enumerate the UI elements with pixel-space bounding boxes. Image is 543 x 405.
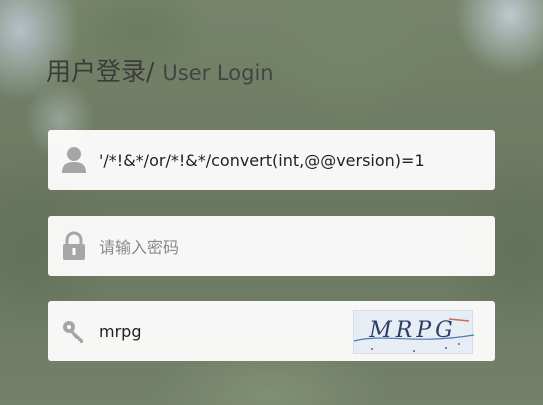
captcha-input[interactable]: mrpg: [99, 322, 141, 341]
lock-icon: [61, 231, 87, 261]
password-input[interactable]: 请输入密码: [99, 234, 179, 258]
login-title: 用户登录/ User Login: [46, 52, 274, 88]
username-input[interactable]: '/*!&*/or/*!&*/convert(int,@@version)=1: [99, 151, 425, 170]
captcha-field[interactable]: mrpg MRPG: [48, 301, 495, 361]
login-title-en: User Login: [162, 61, 274, 85]
captcha-image[interactable]: MRPG: [353, 310, 474, 354]
captcha-noise: [354, 318, 474, 352]
user-icon: [61, 145, 87, 175]
login-title-cn: 用户登录/: [46, 57, 155, 86]
key-icon: [61, 316, 87, 346]
username-field[interactable]: '/*!&*/or/*!&*/convert(int,@@version)=1: [48, 130, 495, 190]
password-field[interactable]: 请输入密码: [48, 216, 495, 276]
